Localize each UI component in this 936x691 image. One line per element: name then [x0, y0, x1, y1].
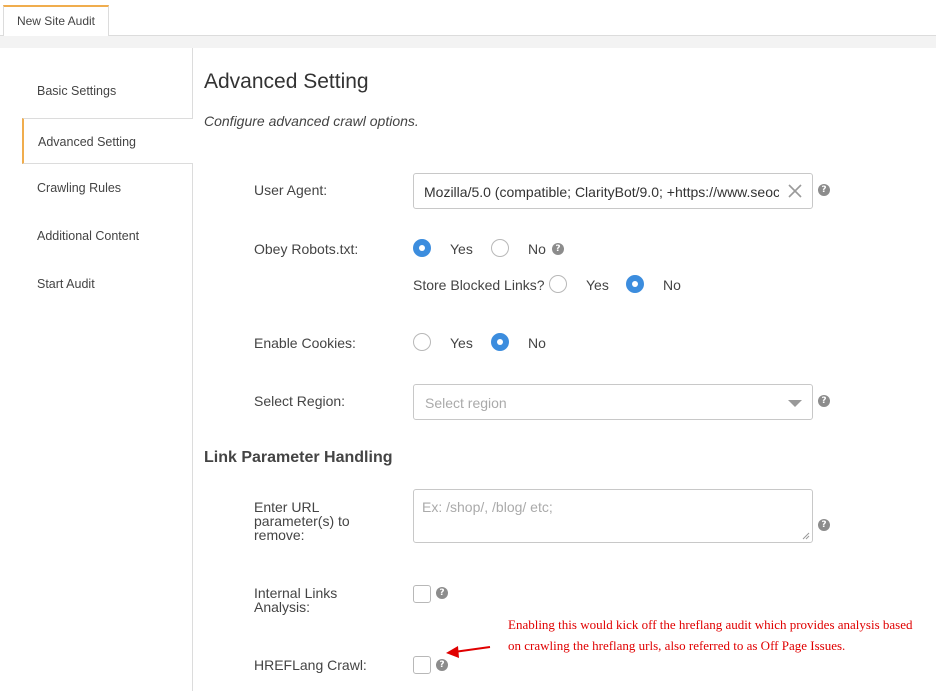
enable-cookies-yes-label: Yes [450, 335, 473, 351]
obey-robots-label: Obey Robots.txt: [254, 241, 359, 257]
resize-handle-icon[interactable] [802, 532, 810, 540]
url-params-placeholder: Ex: /shop/, /blog/ etc; [422, 499, 553, 515]
region-select[interactable]: Select region [413, 384, 813, 420]
user-agent-label: User Agent: [254, 182, 328, 198]
enable-cookies-label: Enable Cookies: [254, 335, 356, 351]
obey-robots-yes-radio[interactable] [413, 239, 431, 257]
internal-links-label: Internal Links Analysis: [254, 585, 338, 615]
sidebar-item-advanced-setting[interactable]: Advanced Setting [22, 118, 193, 164]
page-title: Advanced Setting [204, 70, 369, 93]
sidebar-item-additional-content[interactable]: Additional Content [0, 213, 193, 259]
enable-cookies-no-radio[interactable] [491, 333, 509, 351]
help-icon[interactable]: ? [552, 243, 564, 255]
store-blocked-no-label: No [663, 277, 681, 293]
help-icon[interactable]: ? [436, 659, 448, 671]
internal-links-checkbox[interactable] [413, 585, 431, 603]
hreflang-crawl-checkbox[interactable] [413, 656, 431, 674]
user-agent-input[interactable]: Mozilla/5.0 (compatible; ClarityBot/9.0;… [413, 173, 813, 209]
store-blocked-links-label: Store Blocked Links? [413, 277, 545, 293]
store-blocked-yes-label: Yes [586, 277, 609, 293]
clear-icon[interactable] [786, 182, 804, 200]
obey-robots-yes-label: Yes [450, 241, 473, 257]
obey-robots-no-radio[interactable] [491, 239, 509, 257]
sidebar: Basic Settings Advanced Setting Crawling… [0, 48, 193, 691]
select-region-label: Select Region: [254, 393, 346, 409]
region-placeholder: Select region [425, 395, 507, 411]
hreflang-crawl-label: HREFLang Crawl: [254, 657, 367, 673]
page-subtitle: Configure advanced crawl options. [204, 113, 419, 129]
obey-robots-no-label: No [528, 241, 546, 257]
url-params-textarea[interactable]: Ex: /shop/, /blog/ etc; [413, 489, 813, 543]
hreflang-annotation: Enabling this would kick off the hreflan… [508, 617, 913, 653]
sidebar-item-basic-settings[interactable]: Basic Settings [0, 68, 193, 114]
red-arrow-icon [446, 646, 491, 658]
enable-cookies-yes-radio[interactable] [413, 333, 431, 351]
help-icon[interactable]: ? [818, 395, 830, 407]
sidebar-item-crawling-rules[interactable]: Crawling Rules [0, 165, 193, 211]
url-params-label: Enter URL parameter(s) to remove: [254, 499, 350, 543]
tab-bar: New Site Audit [0, 0, 936, 37]
help-icon[interactable]: ? [818, 184, 830, 196]
tab-new-site-audit[interactable]: New Site Audit [3, 5, 109, 37]
store-blocked-no-radio[interactable] [626, 275, 644, 293]
section-title-link-parameter-handling: Link Parameter Handling [204, 449, 393, 466]
enable-cookies-no-label: No [528, 335, 546, 351]
user-agent-value: Mozilla/5.0 (compatible; ClarityBot/9.0;… [424, 184, 779, 200]
sidebar-item-start-audit[interactable]: Start Audit [0, 261, 193, 307]
store-blocked-yes-radio[interactable] [549, 275, 567, 293]
caret-down-icon [788, 400, 802, 407]
help-icon[interactable]: ? [818, 519, 830, 531]
help-icon[interactable]: ? [436, 587, 448, 599]
